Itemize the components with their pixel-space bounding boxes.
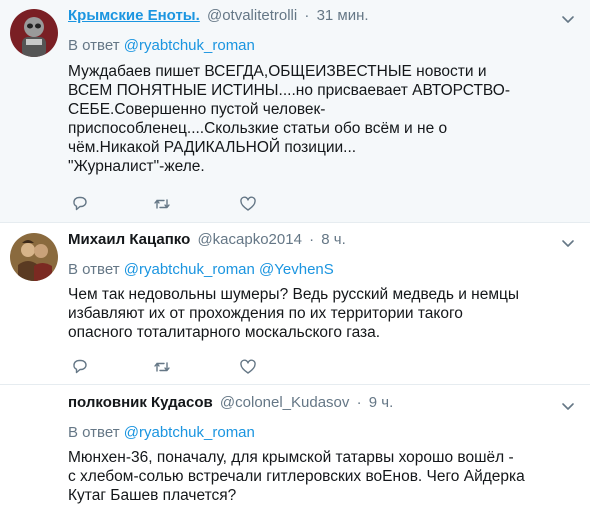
reply-mention[interactable]: @ryabtchuk_roman [124,424,255,441]
avatar[interactable] [10,9,58,57]
reply-context: В ответ @ryabtchuk_roman [68,423,255,443]
retweet-icon[interactable] [152,194,172,214]
timestamp[interactable]: 31 мин. [317,7,369,24]
chevron-down-icon[interactable] [560,11,576,27]
reply-mention[interactable]: @ryabtchuk_roman [124,37,255,54]
chevron-down-icon[interactable] [560,235,576,251]
reply-prefix: В ответ [68,424,120,441]
chevron-down-icon[interactable] [560,398,576,414]
reply-context: В ответ @ryabtchuk_roman @YevhenS [68,260,334,280]
like-icon[interactable] [238,357,258,377]
timestamp[interactable]: 8 ч. [321,231,346,248]
tweet[interactable]: Михаил Кацапко @kacapko2014 · 8 ч. В отв… [0,223,590,384]
user-handle[interactable]: @colonel_Kudasov [220,394,349,411]
tweet-text: Мюнхен-36, поначалу, для крымской татарв… [68,449,525,504]
reply-mention[interactable]: @ryabtchuk_roman @YevhenS [124,261,334,278]
timestamp[interactable]: 9 ч. [369,394,394,411]
user-handle[interactable]: @otvalitetrolli [207,7,297,24]
separator-dot: · [304,7,310,24]
avatar[interactable] [10,233,58,281]
reply-prefix: В ответ [68,37,120,54]
user-handle[interactable]: @kacapko2014 [197,231,301,248]
tweet-actions [68,194,268,214]
tweet-actions [68,357,268,377]
like-icon[interactable] [238,194,258,214]
tweet-text: Чем так недовольны шумеры? Ведь русский … [68,286,520,341]
reply-prefix: В ответ [68,261,120,278]
separator-dot: · [356,394,362,411]
display-name[interactable]: Крымские Еноты. [68,7,200,24]
tweet-header: полковник Кудасов @colonel_Kudasov · 9 ч… [68,393,580,415]
tweet-header: Михаил Кацапко @kacapko2014 · 8 ч. [68,230,580,252]
display-name[interactable]: Михаил Кацапко [68,231,190,248]
tweet[interactable]: Крымские Еноты. @otvalitetrolli · 31 мин… [0,0,590,222]
reply-context: В ответ @ryabtchuk_roman [68,36,255,56]
retweet-icon[interactable] [152,357,172,377]
tweet-header: Крымские Еноты. @otvalitetrolli · 31 мин… [68,6,580,28]
tweet[interactable]: полковник Кудасов @colonel_Kudasov · 9 ч… [0,385,590,517]
separator-dot: · [309,231,315,248]
reply-icon[interactable] [70,357,90,377]
tweet-text: Муждабаев пишет ВСЕГДА,ОБЩЕИЗВЕСТНЫЕ нов… [68,63,510,175]
reply-icon[interactable] [70,194,90,214]
display-name[interactable]: полковник Кудасов [68,394,213,411]
